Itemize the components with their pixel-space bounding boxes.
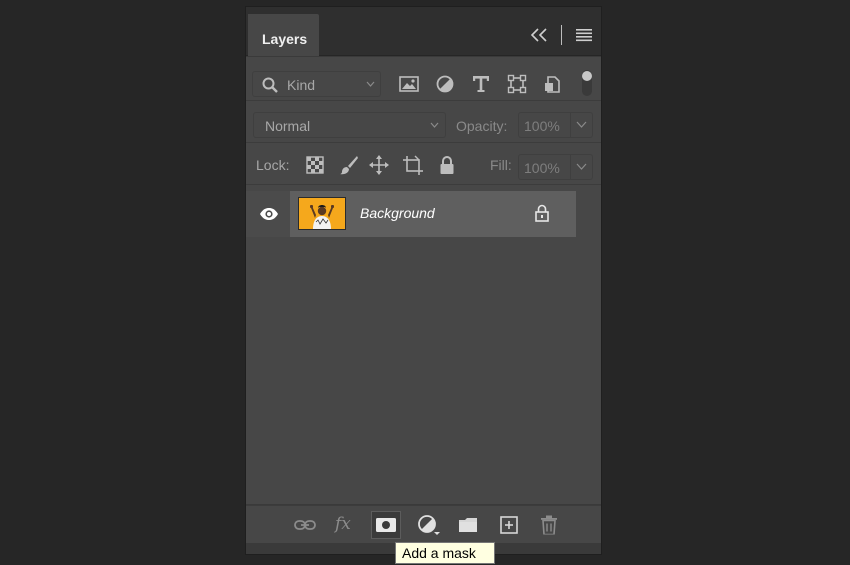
fill-field[interactable]: 100%: [518, 154, 593, 180]
delete-layer-button[interactable]: [534, 511, 564, 539]
chevron-down-icon[interactable]: [576, 163, 587, 170]
lock-transparent-pixels-button[interactable]: [303, 153, 327, 177]
layer-name: Background: [360, 205, 435, 221]
shape-filter-icon: [507, 74, 527, 94]
person-photo-thumbnail: [299, 198, 345, 229]
layer-filter-row: Kind: [246, 57, 601, 101]
add-mask-tooltip: Add a mask: [395, 542, 495, 564]
opacity-label: Opacity:: [456, 118, 508, 134]
opacity-field[interactable]: 100%: [518, 112, 593, 138]
blend-mode-select[interactable]: Normal: [253, 112, 446, 138]
chevron-down-icon: [430, 122, 439, 128]
fill-value: 100%: [524, 160, 560, 176]
type-filter-icon: [473, 76, 489, 92]
lock-artboard-icon: [403, 155, 423, 175]
tab-layers[interactable]: Layers: [248, 14, 319, 56]
fx-icon: fx: [335, 514, 351, 534]
chevron-down-icon[interactable]: [576, 121, 587, 128]
search-icon: [262, 77, 278, 93]
double-chevron-left-icon: [530, 28, 547, 42]
tab-bar-divider: [561, 25, 562, 45]
opacity-field-divider: [570, 113, 571, 137]
blend-opacity-row: Normal Opacity: 100%: [246, 103, 601, 143]
new-layer-button[interactable]: [494, 511, 524, 539]
lock-position-icon: [369, 155, 389, 175]
layer-visibility-toggle[interactable]: [246, 191, 290, 237]
new-layer-icon: [500, 516, 518, 534]
adjustment-filter-icon: [436, 75, 454, 93]
lock-image-pixels-button[interactable]: [337, 153, 361, 177]
lock-all-icon: [440, 156, 454, 174]
filter-toggle-switch[interactable]: [581, 69, 593, 97]
link-layers-button[interactable]: [290, 511, 320, 539]
layer-thumbnail[interactable]: [298, 197, 346, 230]
layer-lock-icon: [535, 204, 549, 222]
collapse-panel-button[interactable]: [529, 26, 551, 44]
hamburger-menu-icon: [576, 29, 592, 42]
lock-fill-row: Lock: Fill: 100%: [246, 145, 601, 185]
layers-bottom-bar: fx: [246, 505, 601, 543]
filter-kind-label: Kind: [287, 77, 316, 93]
new-group-button[interactable]: [453, 511, 483, 539]
link-icon: [294, 520, 316, 530]
filter-kind-select[interactable]: Kind: [252, 71, 381, 97]
panel-tab-bar: Layers: [246, 7, 601, 56]
mask-icon: [376, 518, 396, 532]
lock-position-button[interactable]: [367, 153, 391, 177]
lock-label: Lock:: [256, 157, 290, 173]
image-filter-icon: [399, 76, 419, 92]
filter-type-layers-button[interactable]: [469, 72, 493, 96]
filter-smart-objects-button[interactable]: [541, 72, 565, 96]
chevron-down-icon: [366, 81, 375, 87]
eye-icon: [260, 208, 278, 220]
trash-icon: [541, 515, 557, 535]
lock-transparent-pixels-icon: [306, 156, 324, 174]
fill-field-divider: [570, 155, 571, 179]
folder-icon: [459, 518, 477, 532]
lock-all-button[interactable]: [435, 153, 459, 177]
filter-pixel-layers-button[interactable]: [397, 72, 421, 96]
add-mask-button[interactable]: [371, 511, 401, 539]
filter-shape-layers-button[interactable]: [505, 72, 529, 96]
filter-adjustment-layers-button[interactable]: [433, 72, 457, 96]
layer-style-button[interactable]: fx: [331, 511, 361, 539]
panel-menu-button[interactable]: [576, 28, 592, 42]
lock-artboard-button[interactable]: [401, 153, 425, 177]
new-fill-adjustment-button[interactable]: [414, 511, 444, 539]
adjustment-layer-icon: [418, 515, 440, 535]
layers-panel-body: Kind Normal Opacity: 100% Lock: Fill: 10…: [246, 57, 601, 504]
layers-panel: Layers Kind Normal Opacity: 100% Lock: F…: [245, 6, 602, 555]
layer-row-background[interactable]: Background: [246, 191, 576, 237]
blend-mode-value: Normal: [265, 118, 311, 134]
fill-label: Fill:: [490, 157, 512, 173]
opacity-value: 100%: [524, 118, 560, 134]
tab-layers-label: Layers: [262, 31, 308, 47]
lock-image-pixels-icon: [340, 156, 358, 175]
smart-object-filter-icon: [545, 76, 560, 93]
